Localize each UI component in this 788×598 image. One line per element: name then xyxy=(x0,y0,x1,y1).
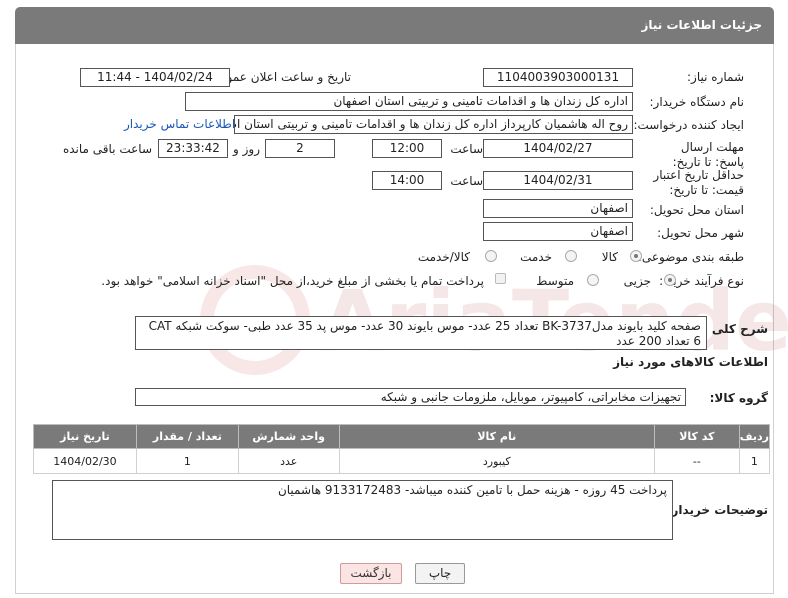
goods-group-field[interactable]: تجهیزات مخابراتی، کامپیوتر، موبایل، ملزو… xyxy=(135,388,686,406)
buyer-org-label: نام دستگاه خریدار: xyxy=(649,95,745,109)
purchase-radio-medium[interactable] xyxy=(587,274,599,286)
description-textarea[interactable]: صفحه کلید بایوند مدلBK-3737 تعداد 25 عدد… xyxy=(135,316,707,350)
remaining-time-field[interactable]: 23:33:42 xyxy=(158,139,228,158)
reply-time-field[interactable]: 12:00 xyxy=(372,139,442,158)
col-quantity: تعداد / مقدار xyxy=(135,424,239,449)
cell-goods-name: کیبورد xyxy=(338,448,655,474)
cell-quantity: 1 xyxy=(135,448,239,474)
category-option-goods: کالا xyxy=(601,250,618,264)
col-row-number: ردیف xyxy=(738,424,771,449)
cell-goods-code: -- xyxy=(653,448,740,474)
category-radio-both[interactable] xyxy=(485,250,497,262)
creator-label: ایجاد کننده درخواست: xyxy=(633,118,744,132)
col-unit: واحد شمارش xyxy=(237,424,340,449)
days-label: روز و xyxy=(233,142,260,156)
goods-group-label: گروه کالا: xyxy=(709,391,768,405)
col-need-date: تاریخ نیاز xyxy=(33,424,137,449)
back-button[interactable]: بازگشت xyxy=(340,563,402,584)
col-goods-name: نام کالا xyxy=(338,424,655,449)
purchase-option-medium: متوسط xyxy=(536,274,574,288)
reply-time-label: ساعت xyxy=(450,142,483,156)
price-time-label: ساعت xyxy=(450,174,483,188)
remaining-label: ساعت باقی مانده xyxy=(62,142,152,156)
category-label: طبقه بندی موضوعی: xyxy=(637,250,744,264)
table-row[interactable]: 1 -- کیبورد عدد 1 1404/02/30 xyxy=(33,448,771,474)
buyer-notes-label: توضیحات خریدار: xyxy=(666,503,768,517)
buyer-org-field[interactable]: اداره کل زندان ها و اقدامات تامینی و ترب… xyxy=(185,92,633,111)
price-date-field[interactable]: 1404/02/31 xyxy=(483,171,633,190)
category-radio-service[interactable] xyxy=(565,250,577,262)
announce-field[interactable]: 1404/02/24 - 11:44 xyxy=(80,68,230,87)
province-field[interactable]: اصفهان xyxy=(483,199,633,218)
print-button[interactable]: چاپ xyxy=(415,563,465,584)
purchase-option-minor: جزیی xyxy=(623,274,651,288)
reply-date-field[interactable]: 1404/02/27 xyxy=(483,139,633,158)
buyer-notes-textarea[interactable]: پرداخت 45 روزه - هزینه حمل با تامین کنند… xyxy=(52,480,673,540)
price-validity-label: حداقل تاریخ اعتبار قیمت: تا تاریخ: xyxy=(653,168,744,197)
page-title: جزئیات اطلاعات نیاز xyxy=(641,18,762,32)
city-field[interactable]: اصفهان xyxy=(483,222,633,241)
table-header-row: ردیف کد کالا نام کالا واحد شمارش تعداد /… xyxy=(33,424,771,449)
province-label: استان محل تحویل: xyxy=(649,203,744,217)
cell-need-date: 1404/02/30 xyxy=(33,448,137,474)
category-option-service: خدمت xyxy=(520,250,552,264)
category-option-both: کالا/خدمت xyxy=(417,250,470,264)
creator-field[interactable]: روح اله هاشمیان کارپرداز اداره کل زندان … xyxy=(234,115,633,134)
cell-row-number: 1 xyxy=(738,448,771,474)
reply-deadline-label: مهلت ارسال پاسخ: تا تاریخ: xyxy=(672,140,744,169)
goods-section-title: اطلاعات کالاهای مورد نیاز xyxy=(613,355,768,369)
cell-unit: عدد xyxy=(237,448,340,474)
need-number-label: شماره نیاز: xyxy=(687,70,744,84)
treasury-checkbox[interactable] xyxy=(495,273,506,284)
panel-header: جزئیات اطلاعات نیاز xyxy=(15,7,774,44)
purchase-radio-minor[interactable] xyxy=(664,274,676,286)
goods-table: ردیف کد کالا نام کالا واحد شمارش تعداد /… xyxy=(33,424,771,474)
city-label: شهر محل تحویل: xyxy=(657,226,744,240)
price-time-field[interactable]: 14:00 xyxy=(372,171,442,190)
need-number-field[interactable]: 1104003903000131 xyxy=(483,68,633,87)
days-field[interactable]: 2 xyxy=(265,139,335,158)
treasury-note: پرداخت تمام یا بخشی از مبلغ خرید،از محل … xyxy=(101,274,484,288)
col-goods-code: کد کالا xyxy=(653,424,740,449)
category-radio-goods[interactable] xyxy=(630,250,642,262)
buyer-contact-link[interactable]: اطلاعات تماس خریدار xyxy=(124,117,235,131)
